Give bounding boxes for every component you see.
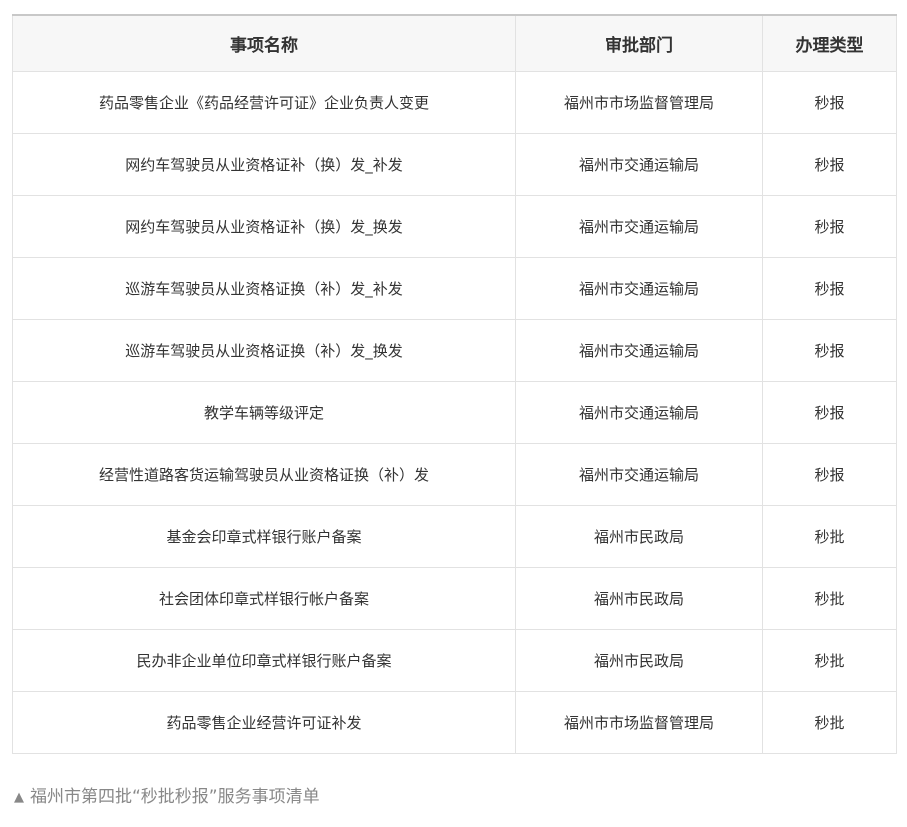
cell-handling-type: 秒报 [762,256,897,320]
table-row: 经营性道路客货运输驾驶员从业资格证换（补）发 福州市交通运输局 秒报 [12,442,897,506]
table-row: 网约车驾驶员从业资格证补（换）发_换发 福州市交通运输局 秒报 [12,194,897,258]
cell-department: 福州市民政局 [515,566,763,630]
cell-department: 福州市交通运输局 [515,132,763,196]
cell-item-name: 民办非企业单位印章式样银行账户备案 [12,628,516,692]
table-row: 社会团体印章式样银行帐户备案 福州市民政局 秒批 [12,566,897,630]
table-row: 民办非企业单位印章式样银行账户备案 福州市民政局 秒批 [12,628,897,692]
cell-department: 福州市民政局 [515,628,763,692]
cell-item-name: 药品零售企业经营许可证补发 [12,690,516,754]
cell-department: 福州市交通运输局 [515,194,763,258]
cell-item-name: 药品零售企业《药品经营许可证》企业负责人变更 [12,70,516,134]
header-item-name: 事项名称 [12,14,516,72]
cell-department: 福州市市场监督管理局 [515,690,763,754]
table-header: 事项名称 审批部门 办理类型 [12,14,897,72]
header-row: 事项名称 审批部门 办理类型 [12,14,897,72]
cell-item-name: 教学车辆等级评定 [12,380,516,444]
service-items-table: 事项名称 审批部门 办理类型 药品零售企业《药品经营许可证》企业负责人变更 福州… [12,14,897,754]
service-items-table-container: 事项名称 审批部门 办理类型 药品零售企业《药品经营许可证》企业负责人变更 福州… [12,14,897,754]
cell-handling-type: 秒报 [762,70,897,134]
table-row: 基金会印章式样银行账户备案 福州市民政局 秒批 [12,504,897,568]
table-row: 巡游车驾驶员从业资格证换（补）发_换发 福州市交通运输局 秒报 [12,318,897,382]
cell-item-name: 网约车驾驶员从业资格证补（换）发_补发 [12,132,516,196]
header-handling-type: 办理类型 [762,14,897,72]
cell-handling-type: 秒报 [762,380,897,444]
cell-department: 福州市市场监督管理局 [515,70,763,134]
cell-item-name: 基金会印章式样银行账户备案 [12,504,516,568]
cell-handling-type: 秒报 [762,194,897,258]
table-row: 教学车辆等级评定 福州市交通运输局 秒报 [12,380,897,444]
cell-item-name: 巡游车驾驶员从业资格证换（补）发_补发 [12,256,516,320]
cell-item-name: 巡游车驾驶员从业资格证换（补）发_换发 [12,318,516,382]
caption-text: 福州市第四批“秒批秒报”服务事项清单 [30,787,320,807]
cell-handling-type: 秒批 [762,690,897,754]
cell-item-name: 网约车驾驶员从业资格证补（换）发_换发 [12,194,516,258]
cell-department: 福州市交通运输局 [515,380,763,444]
header-department: 审批部门 [515,14,763,72]
cell-item-name: 经营性道路客货运输驾驶员从业资格证换（补）发 [12,442,516,506]
table-row: 药品零售企业经营许可证补发 福州市市场监督管理局 秒批 [12,690,897,754]
table-body: 药品零售企业《药品经营许可证》企业负责人变更 福州市市场监督管理局 秒报 网约车… [12,70,897,754]
cell-handling-type: 秒批 [762,628,897,692]
table-row: 网约车驾驶员从业资格证补（换）发_补发 福州市交通运输局 秒报 [12,132,897,196]
table-row: 巡游车驾驶员从业资格证换（补）发_补发 福州市交通运输局 秒报 [12,256,897,320]
cell-item-name: 社会团体印章式样银行帐户备案 [12,566,516,630]
cell-handling-type: 秒报 [762,132,897,196]
cell-department: 福州市交通运输局 [515,442,763,506]
table-caption: ▲ 福州市第四批“秒批秒报”服务事项清单 [14,782,320,807]
cell-handling-type: 秒报 [762,318,897,382]
cell-department: 福州市交通运输局 [515,256,763,320]
cell-handling-type: 秒批 [762,504,897,568]
table-row: 药品零售企业《药品经营许可证》企业负责人变更 福州市市场监督管理局 秒报 [12,70,897,134]
cell-handling-type: 秒报 [762,442,897,506]
cell-department: 福州市民政局 [515,504,763,568]
cell-department: 福州市交通运输局 [515,318,763,382]
triangle-up-icon: ▲ [14,790,24,805]
cell-handling-type: 秒批 [762,566,897,630]
